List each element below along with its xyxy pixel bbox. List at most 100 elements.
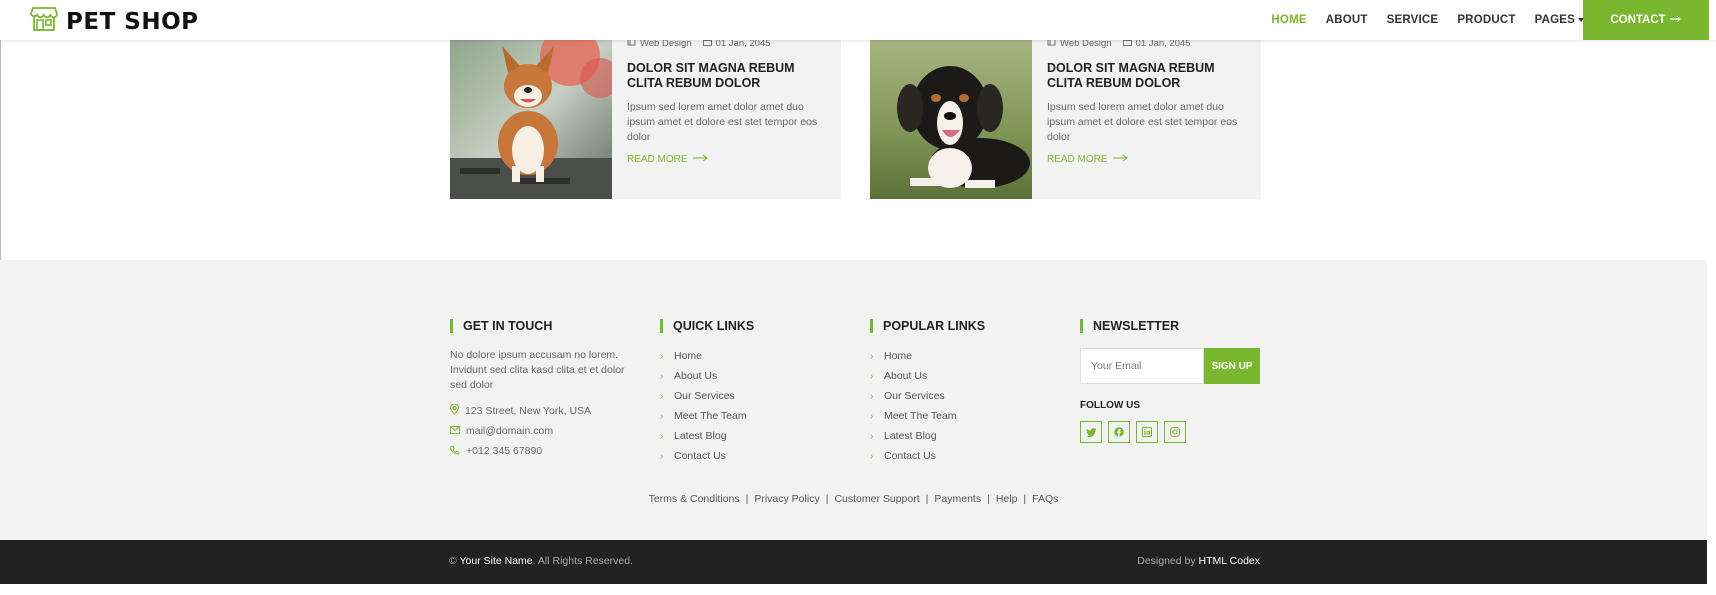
- contact-label: CONTACT: [1610, 14, 1666, 26]
- link-label: Home: [674, 350, 703, 362]
- rights-text: . All Rights Reserved.: [532, 555, 634, 567]
- blog-card-body: Web Design 01 Jan, 2045 DOLOR SIT MAGNA …: [1032, 38, 1261, 199]
- popular-link-blog[interactable]: › Latest Blog: [870, 426, 985, 446]
- corgi-photo[interactable]: [450, 38, 612, 199]
- social-links: [1080, 421, 1260, 443]
- quick-link-blog[interactable]: › Latest Blog: [660, 426, 754, 446]
- copyright-bar: © Your Site Name. All Rights Reserved. D…: [0, 540, 1707, 584]
- blog-excerpt: Ipsum sed lorem amet dolor amet duo ipsu…: [627, 101, 818, 143]
- link-label: Latest Blog: [674, 430, 727, 442]
- popular-link-home[interactable]: › Home: [870, 346, 985, 366]
- chevron-right-icon: ›: [870, 430, 874, 442]
- quick-link-about[interactable]: › About Us: [660, 366, 754, 386]
- payments-link[interactable]: Payments: [934, 493, 981, 505]
- signup-button[interactable]: SIGN UP: [1204, 348, 1260, 384]
- privacy-link[interactable]: Privacy Policy: [754, 493, 819, 505]
- link-label: Contact Us: [884, 450, 936, 462]
- popular-link-services[interactable]: › Our Services: [870, 386, 985, 406]
- address-text: 123 Street, New York, USA: [465, 405, 592, 417]
- quick-link-home[interactable]: › Home: [660, 346, 754, 366]
- nav-pages-label: PAGES: [1534, 14, 1575, 26]
- arrow-right-icon: [1669, 14, 1682, 26]
- copyright-symbol: ©: [449, 555, 457, 567]
- support-link[interactable]: Customer Support: [834, 493, 919, 505]
- footer-quick-links: QUICK LINKS › Home › About Us › Our Service…: [660, 319, 754, 466]
- quick-link-team[interactable]: › Meet The Team: [660, 406, 754, 426]
- link-label: Meet The Team: [884, 410, 957, 422]
- envelope-icon: [450, 425, 460, 437]
- blog-card: Web Design 01 Jan, 2045 DOLOR SIT MAGNA …: [450, 38, 841, 199]
- chevron-right-icon: ›: [660, 430, 664, 442]
- get-in-touch-text: No dolore ipsum accusam no lorem. Invidu…: [450, 349, 625, 391]
- popular-links-title: POPULAR LINKS: [870, 319, 985, 333]
- chevron-right-icon: ›: [660, 450, 664, 462]
- blog-title[interactable]: DOLOR SIT MAGNA REBUM CLITA REBUM DOLOR: [627, 61, 827, 91]
- main-nav: HOME ABOUT SERVICE PRODUCT PAGES: [1252, 0, 1584, 40]
- nav-service[interactable]: SERVICE: [1387, 14, 1439, 26]
- site-name-link[interactable]: Your Site Name: [459, 555, 532, 567]
- twitter-icon[interactable]: [1080, 421, 1102, 443]
- popular-link-about[interactable]: › About Us: [870, 366, 985, 386]
- link-label: About Us: [674, 370, 718, 382]
- designed-by-label: Designed by: [1137, 555, 1196, 567]
- read-more-link[interactable]: READ MORE: [1047, 154, 1247, 165]
- quick-link-contact[interactable]: › Contact Us: [660, 446, 754, 466]
- designer-credit: Designed by HTML Codex: [1137, 555, 1260, 567]
- popular-link-team[interactable]: › Meet The Team: [870, 406, 985, 426]
- newsletter-email-input[interactable]: Your Email: [1080, 348, 1204, 384]
- terms-link[interactable]: Terms & Conditions: [649, 493, 740, 505]
- faqs-link[interactable]: FAQs: [1032, 493, 1058, 505]
- blog-card-body: Web Design 01 Jan, 2045 DOLOR SIT MAGNA …: [612, 38, 841, 199]
- quick-link-services[interactable]: › Our Services: [660, 386, 754, 406]
- chevron-right-icon: ›: [660, 410, 664, 422]
- brand-logo[interactable]: PET SHOP: [30, 6, 199, 37]
- chevron-right-icon: ›: [870, 410, 874, 422]
- map-marker-icon: [449, 403, 460, 418]
- chevron-right-icon: ›: [660, 350, 664, 362]
- nav-about[interactable]: ABOUT: [1326, 14, 1368, 26]
- chevron-right-icon: ›: [870, 370, 874, 382]
- brand-name: PET SHOP: [66, 8, 199, 35]
- footer-newsletter: NEWSLETTER Your Email SIGN UP FOLLOW US: [1080, 319, 1260, 443]
- footer-popular-links: POPULAR LINKS › Home › About Us › Our Servi…: [870, 319, 985, 466]
- email-text[interactable]: mail@domain.com: [466, 425, 553, 437]
- blog-excerpt: Ipsum sed lorem amet dolor amet duo ipsu…: [1047, 101, 1238, 143]
- separator: |: [745, 493, 749, 505]
- phone-text[interactable]: +012 345 67890: [466, 445, 542, 457]
- popular-link-contact[interactable]: › Contact Us: [870, 446, 985, 466]
- instagram-icon[interactable]: [1164, 421, 1186, 443]
- email-info: mail@domain.com: [450, 421, 630, 441]
- copyright-text: © Your Site Name. All Rights Reserved.: [449, 555, 633, 567]
- help-link[interactable]: Help: [996, 493, 1018, 505]
- separator: |: [987, 493, 990, 505]
- chevron-right-icon: ›: [870, 450, 874, 462]
- scrollbar-gutter: [1707, 0, 1716, 595]
- linkedin-icon[interactable]: [1136, 421, 1158, 443]
- long-arrow-right-icon: [692, 154, 709, 165]
- designer-link[interactable]: HTML Codex: [1199, 555, 1260, 567]
- separator: |: [825, 493, 829, 505]
- phone-info: +012 345 67890: [450, 441, 630, 461]
- newsletter-form: Your Email SIGN UP: [1080, 348, 1260, 384]
- nav-pages-dropdown[interactable]: PAGES: [1535, 14, 1584, 26]
- chevron-right-icon: ›: [870, 390, 874, 402]
- read-more-link[interactable]: READ MORE: [627, 154, 827, 165]
- read-more-label: READ MORE: [627, 154, 688, 165]
- link-label: Our Services: [884, 390, 945, 402]
- bernese-dog-photo[interactable]: [870, 38, 1032, 199]
- facebook-icon[interactable]: [1108, 421, 1130, 443]
- link-label: Our Services: [674, 390, 735, 402]
- link-label: Contact Us: [674, 450, 726, 462]
- link-label: About Us: [884, 370, 928, 382]
- link-label: Latest Blog: [884, 430, 937, 442]
- blog-title[interactable]: DOLOR SIT MAGNA REBUM CLITA REBUM DOLOR: [1047, 61, 1247, 91]
- newsletter-title: NEWSLETTER: [1080, 319, 1260, 333]
- address-info: 123 Street, New York, USA: [449, 401, 630, 421]
- long-arrow-right-icon: [1112, 154, 1129, 165]
- nav-product[interactable]: PRODUCT: [1457, 14, 1515, 26]
- get-in-touch-title: GET IN TOUCH: [450, 319, 630, 333]
- quick-links-title: QUICK LINKS: [660, 319, 754, 333]
- blog-card: Web Design 01 Jan, 2045 DOLOR SIT MAGNA …: [870, 38, 1261, 199]
- nav-home[interactable]: HOME: [1271, 14, 1306, 26]
- contact-button[interactable]: CONTACT: [1583, 0, 1709, 40]
